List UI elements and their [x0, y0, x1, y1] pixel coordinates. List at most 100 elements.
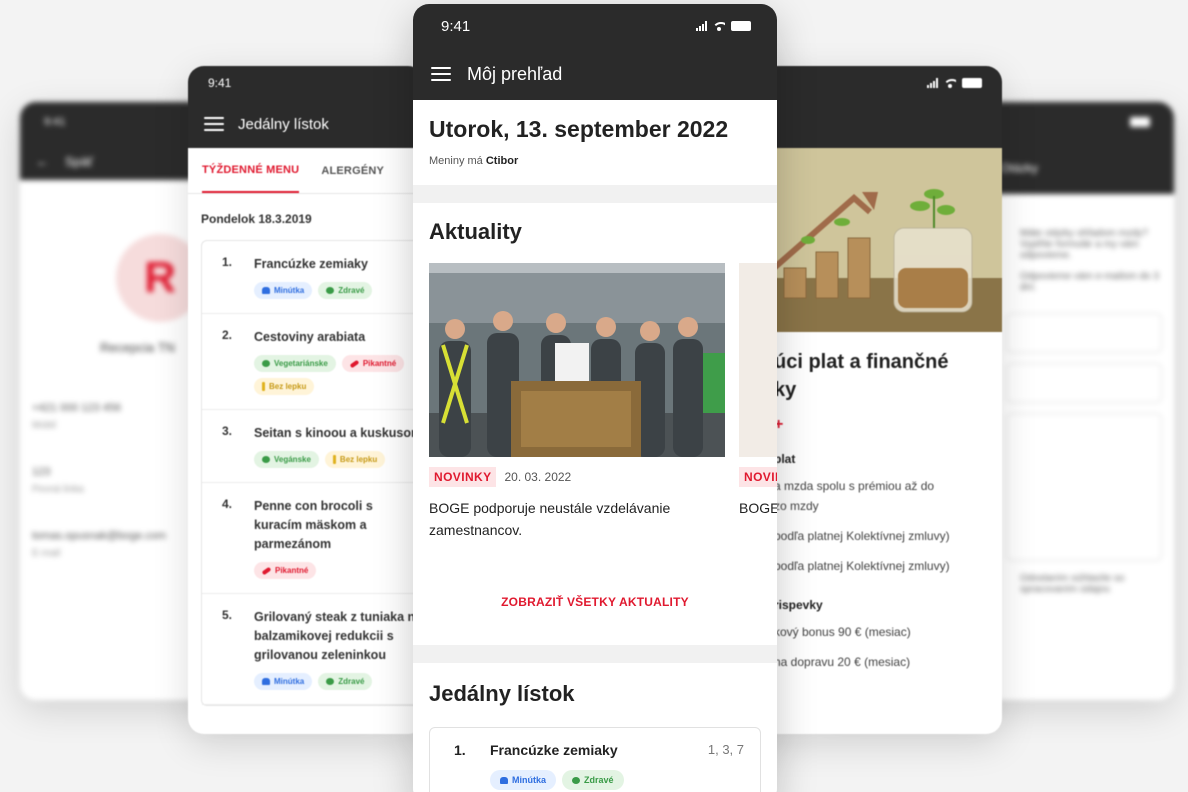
form-select[interactable]: [1006, 363, 1162, 403]
article-line: podľa platnej Kolektívnej zmluvy): [774, 529, 950, 543]
item-name: Penne con brocoli s kuracím mäskom a par…: [254, 499, 373, 551]
tag-zdrave: Zdravé: [562, 770, 624, 790]
item-name: Grilovaný steak z tuniaka na balzamikove…: [254, 610, 423, 662]
list-item[interactable]: 5. Grilovaný steak z tuniaka na balzamik…: [202, 594, 424, 705]
plus-icon[interactable]: +: [744, 404, 1002, 434]
tab-allergens[interactable]: ALERGÉNY: [321, 148, 384, 193]
news-section-title: Aktuality: [429, 219, 522, 244]
shirt-icon: [262, 678, 270, 685]
wifi-icon: [944, 78, 956, 88]
item-name: Francúzke zemiaky: [254, 257, 368, 271]
news-carousel[interactable]: NOVINKY 20. 03. 2022 BOGE podporuje neus…: [429, 263, 777, 541]
app-bar: Jedálny lístok: [188, 100, 424, 148]
news-section: Aktuality NOVINKY 20. 03. 2022 BOGE podp…: [413, 203, 777, 645]
news-badge: NOVINKY: [739, 467, 777, 487]
shirt-icon: [500, 776, 508, 784]
tag-minutka: Minútka: [254, 673, 313, 690]
form-footer-note: Odoslaním súhlasíte so spracovaním údajo…: [1020, 573, 1125, 595]
subheading-contributions: rispevky: [774, 598, 823, 612]
item-number: 3.: [222, 424, 233, 438]
leaf-icon: [262, 360, 270, 367]
tree-icon: [262, 456, 270, 463]
news-card[interactable]: NOVINKY 20. 03. 2022 BOGE podporuje neus…: [429, 263, 725, 541]
app-bar-title: Jedálny lístok: [238, 115, 329, 133]
nameday-name: Ctibor: [485, 155, 519, 167]
back-arrow-icon[interactable]: ←: [36, 154, 49, 169]
news-photo: [429, 263, 725, 457]
signal-icon: [927, 78, 938, 88]
tag-zdrave: Zdravé: [318, 673, 373, 690]
tag-zdrave: Zdravé: [318, 282, 373, 299]
item-number: 4.: [222, 497, 233, 511]
status-bar: 9:41: [188, 66, 424, 100]
article-line: a mzda spolu s prémiou až do: [774, 479, 935, 493]
hamburger-menu-icon[interactable]: [204, 117, 224, 131]
tag-vegetarian: Vegetariánske: [254, 355, 336, 372]
lunch-section: Jedálny lístok 1. Francúzke zemiaky 1, 3…: [413, 663, 777, 792]
news-headline[interactable]: BOGE štude: [739, 497, 777, 519]
chili-icon: [261, 566, 272, 575]
status-time: 9:41: [208, 76, 232, 90]
main-content[interactable]: Utorok, 13. september 2022 Meniny má Cti…: [413, 100, 777, 792]
menu-tabs: TÝŽDENNÉ MENU ALERGÉNY: [188, 148, 424, 194]
status-icons: [696, 21, 751, 31]
menu-list: 1. Francúzke zemiaky Minútka Zdravé 2. C…: [201, 240, 424, 706]
coins-plant-image: [744, 148, 1002, 332]
item-name: Seitan s kinoou a kuskusom: [254, 426, 423, 440]
status-bar: 9:41: [413, 4, 777, 48]
tag-spicy: Pikantné: [254, 562, 317, 579]
battery-icon: [1130, 117, 1150, 127]
tab-weekly-menu[interactable]: TÝŽDENNÉ MENU: [202, 148, 300, 193]
item-name: Cestoviny arabiata: [254, 330, 366, 344]
news-headline[interactable]: BOGE podporuje neustále vzdelávanie zame…: [429, 497, 725, 541]
item-number: 1.: [222, 255, 233, 269]
apple-icon: [572, 776, 581, 784]
signal-icon: [696, 21, 707, 31]
apple-icon: [326, 678, 335, 685]
list-item[interactable]: 4. Penne con brocoli s kuracím mäskom a …: [202, 483, 424, 594]
nameday: Meniny má Ctibor: [429, 155, 519, 167]
item-number: 2.: [222, 328, 233, 342]
battery-icon: [962, 78, 982, 88]
wheat-icon: [332, 455, 336, 464]
phone-finance-benefits: úci plat a finančné ky + plat a mzda spo…: [744, 66, 1002, 734]
show-all-news-button[interactable]: ZOBRAZIŤ VŠETKY AKTUALITY: [429, 541, 777, 645]
status-time: 9:41: [44, 116, 66, 128]
subheading-salary: plat: [774, 452, 796, 466]
status-icons: [1130, 117, 1150, 127]
tag-vegan: Vegánske: [254, 451, 319, 468]
app-bar-title: Otázky: [1000, 161, 1038, 175]
phone-weekly-menu: 9:41 Jedálny lístok TÝŽDENNÉ MENU ALERGÉ…: [188, 66, 424, 734]
menu-date: Pondelok 18.3.2019: [201, 212, 312, 226]
lunch-card[interactable]: 1. Francúzke zemiaky 1, 3, 7 Minútka Zdr…: [429, 727, 761, 792]
lunch-item-name: Francúzke zemiaky: [490, 742, 618, 758]
apple-icon: [326, 287, 335, 294]
news-photo: [739, 263, 777, 457]
list-item[interactable]: 2. Cestoviny arabiata Vegetariánske Pika…: [202, 314, 424, 410]
list-item[interactable]: 1. Francúzke zemiaky Minútka Zdravé: [202, 241, 424, 314]
wifi-icon: [713, 21, 725, 31]
article-line: podľa platnej Kolektívnej zmluvy): [774, 559, 950, 573]
news-card[interactable]: NOVINKY BOGE štude: [739, 263, 777, 541]
tag-spicy: Pikantné: [341, 355, 405, 372]
article-title: úci plat a finančné ky: [774, 351, 949, 401]
back-label[interactable]: Späť: [65, 154, 93, 169]
form-textarea[interactable]: [1006, 413, 1162, 561]
hamburger-menu-icon[interactable]: [431, 67, 451, 81]
form-intro-line: Máte otázky ohľadom mzdy? Vyplňte formul…: [1020, 228, 1148, 261]
tag-minutka: Minútka: [490, 770, 557, 790]
battery-icon: [731, 21, 751, 31]
news-date: 20. 03. 2022: [504, 470, 572, 484]
app-bar-title: Môj prehľad: [467, 63, 563, 84]
app-bar: [744, 100, 1002, 148]
tag-gluten-free: Bez lepku: [254, 378, 315, 395]
article-line: zo mzdy: [774, 499, 819, 513]
form-input[interactable]: [1006, 313, 1162, 353]
chili-icon: [349, 359, 360, 368]
status-bar: [744, 66, 1002, 100]
tag-gluten-free: Bez lepku: [324, 451, 386, 468]
shirt-icon: [262, 287, 270, 294]
form-intro-line: Odpovieme vám e-mailom do 3 dní.: [1020, 271, 1159, 293]
wheat-icon: [262, 382, 265, 391]
list-item[interactable]: 3. Seitan s kinoou a kuskusom Vegánske B…: [202, 410, 424, 483]
